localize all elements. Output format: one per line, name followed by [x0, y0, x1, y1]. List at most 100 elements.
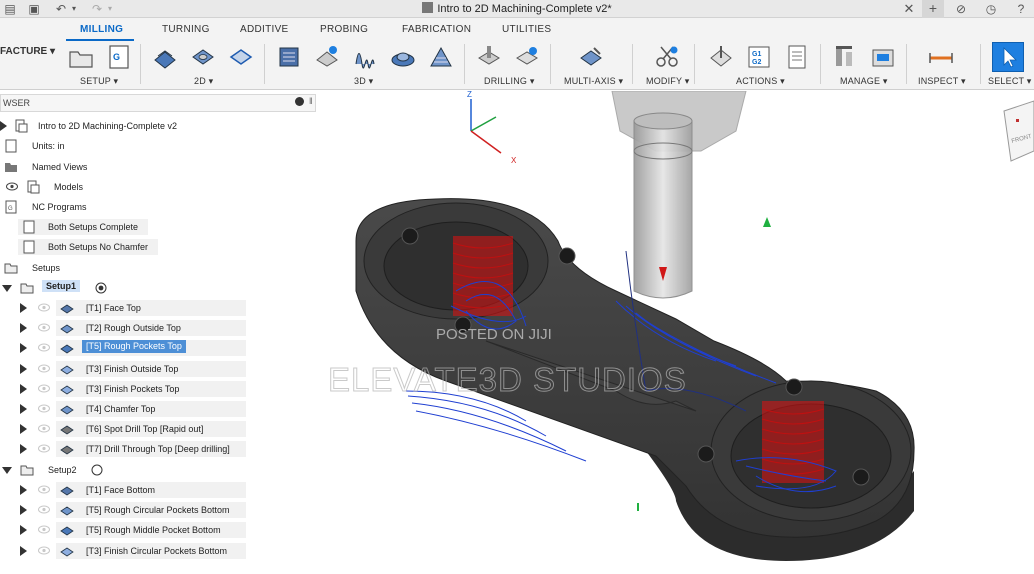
operation-row[interactable]: [T3] Finish Pockets Top — [0, 380, 260, 398]
tab-fabrication[interactable]: FABRICATION — [402, 24, 471, 35]
machining-model-canvas[interactable]: Z X FRONT POSTED ON JIJI ELEVATE3D STUDI… — [316, 91, 1034, 574]
visibility-eye-icon[interactable] — [38, 384, 50, 393]
expand-icon[interactable] — [20, 545, 27, 556]
expand-icon[interactable] — [0, 121, 7, 131]
select-button[interactable] — [992, 42, 1024, 72]
visibility-eye-icon[interactable] — [38, 525, 50, 534]
expand-icon[interactable] — [20, 525, 27, 536]
view-cube[interactable]: FRONT — [1003, 100, 1034, 162]
visibility-eye-icon[interactable] — [38, 364, 50, 373]
expand-icon[interactable] — [20, 424, 27, 435]
setup-sheet-icon[interactable] — [784, 44, 810, 70]
group-3d[interactable]: 3D ▾ — [354, 76, 373, 87]
tree-nc-programs[interactable]: G NC Programs — [0, 198, 120, 216]
visibility-eye-icon[interactable] — [38, 303, 50, 312]
setup-folder-icon[interactable] — [68, 44, 94, 70]
visibility-eye-icon[interactable] — [38, 424, 50, 433]
expand-icon[interactable] — [20, 363, 27, 374]
expand-icon[interactable] — [20, 505, 27, 516]
collapse-icon[interactable] — [2, 285, 12, 292]
tree-setup1[interactable]: Setup1 — [0, 279, 120, 297]
expand-icon[interactable] — [20, 343, 27, 354]
machine-library-icon[interactable] — [870, 44, 896, 70]
operation-row[interactable]: [T5] Rough Middle Pocket Bottom — [0, 521, 260, 539]
expand-icon[interactable] — [20, 383, 27, 394]
job-status-icon[interactable]: ◷ — [984, 1, 998, 17]
tab-turning[interactable]: TURNING — [162, 24, 210, 35]
group-drilling[interactable]: DRILLING ▾ — [484, 76, 535, 87]
tree-setups[interactable]: Setups — [0, 259, 80, 277]
tree-models[interactable]: Models — [0, 178, 120, 196]
operation-row[interactable]: [T1] Face Top — [0, 299, 260, 317]
2d-pocket-icon[interactable] — [190, 44, 216, 70]
visibility-eye-icon[interactable] — [6, 182, 18, 191]
tab-milling[interactable]: MILLING — [80, 24, 123, 35]
3d-parallel-icon[interactable] — [352, 44, 378, 70]
workspace-switcher[interactable]: FACTURE ▾ — [0, 46, 56, 57]
3d-pocket-icon[interactable] — [314, 44, 340, 70]
expand-icon[interactable] — [20, 485, 27, 495]
tool-library-icon[interactable] — [832, 44, 858, 70]
post-process-icon[interactable]: G1G2 — [746, 44, 772, 70]
expand-icon[interactable] — [20, 303, 27, 313]
tree-named-views[interactable]: Named Views — [0, 158, 120, 176]
setup-inactive-indicator-icon[interactable] — [90, 463, 104, 477]
tree-nc-item[interactable]: Both Setups No Chamfer — [0, 238, 160, 256]
tab-additive[interactable]: ADDITIVE — [240, 24, 289, 35]
visibility-eye-icon[interactable] — [38, 505, 50, 514]
hole-recognition-icon[interactable] — [514, 44, 540, 70]
operation-row[interactable]: [T5] Rough Pockets Top — [0, 339, 260, 357]
close-tab-icon[interactable]: ✕ — [902, 1, 916, 17]
operation-row[interactable]: [T4] Chamfer Top — [0, 400, 260, 418]
3d-contour-icon[interactable] — [428, 44, 454, 70]
collapse-icon[interactable] — [2, 467, 12, 474]
modify-scissors-icon[interactable] — [654, 44, 680, 70]
3d-adaptive-icon[interactable] — [276, 44, 302, 70]
operation-row[interactable]: [T5] Rough Circular Pockets Bottom — [0, 501, 260, 519]
measure-icon[interactable] — [928, 44, 954, 70]
operation-row[interactable]: [T3] Finish Outside Top — [0, 360, 260, 378]
group-2d[interactable]: 2D ▾ — [194, 76, 213, 87]
visibility-eye-icon[interactable] — [38, 404, 50, 413]
tree-units[interactable]: Units: in — [0, 137, 120, 155]
expand-icon[interactable] — [20, 323, 27, 334]
visibility-eye-icon[interactable] — [38, 323, 50, 332]
group-multi-axis[interactable]: MULTI-AXIS ▾ — [564, 76, 623, 87]
operation-row[interactable]: [T3] Finish Circular Pockets Bottom — [0, 542, 260, 560]
tree-setup2[interactable]: Setup2 — [0, 461, 120, 479]
group-setup[interactable]: SETUP ▾ — [80, 76, 118, 87]
expand-icon[interactable] — [20, 404, 27, 414]
group-inspect[interactable]: INSPECT ▾ — [918, 76, 966, 87]
visibility-eye-icon[interactable] — [38, 343, 50, 352]
3d-viewport[interactable]: Z X FRONT POSTED ON JIJI ELEVATE3D STUDI… — [316, 91, 1034, 574]
visibility-eye-icon[interactable] — [38, 485, 50, 494]
collapse-browser-icon[interactable] — [295, 97, 304, 106]
2d-contour-icon[interactable] — [228, 44, 254, 70]
expand-icon[interactable] — [20, 444, 27, 455]
drill-icon[interactable] — [476, 44, 502, 70]
new-tab-icon[interactable]: + — [922, 0, 944, 18]
2d-adaptive-icon[interactable] — [152, 44, 178, 70]
operation-row[interactable]: [T7] Drill Through Top [Deep drilling] — [0, 440, 260, 458]
visibility-eye-icon[interactable] — [38, 444, 50, 453]
active-setup-indicator-icon[interactable] — [94, 281, 108, 295]
operation-row[interactable]: [T1] Face Bottom — [0, 481, 260, 499]
tab-utilities[interactable]: UTILITIES — [502, 24, 551, 35]
help-icon[interactable]: ? — [1014, 1, 1028, 17]
group-select[interactable]: SELECT ▾ — [988, 76, 1031, 87]
3d-scallop-icon[interactable] — [390, 44, 416, 70]
operation-row[interactable]: [T2] Rough Outside Top — [0, 319, 260, 337]
visibility-eye-icon[interactable] — [38, 546, 50, 555]
nc-program-icon[interactable]: G — [106, 44, 132, 70]
operation-row[interactable]: [T6] Spot Drill Top [Rapid out] — [0, 420, 260, 438]
panel-pin-icon[interactable]: ‖ — [309, 96, 313, 106]
group-actions[interactable]: ACTIONS ▾ — [736, 76, 785, 87]
multi-axis-icon[interactable] — [578, 44, 604, 70]
simulate-icon[interactable] — [708, 44, 734, 70]
tab-probing[interactable]: PROBING — [320, 24, 368, 35]
extensions-icon[interactable]: ⊘ — [954, 1, 968, 17]
group-manage[interactable]: MANAGE ▾ — [840, 76, 888, 87]
tree-root[interactable]: Intro to 2D Machining-Complete v2 — [0, 117, 200, 135]
group-modify[interactable]: MODIFY ▾ — [646, 76, 689, 87]
tree-nc-item[interactable]: Both Setups Complete — [0, 218, 150, 236]
